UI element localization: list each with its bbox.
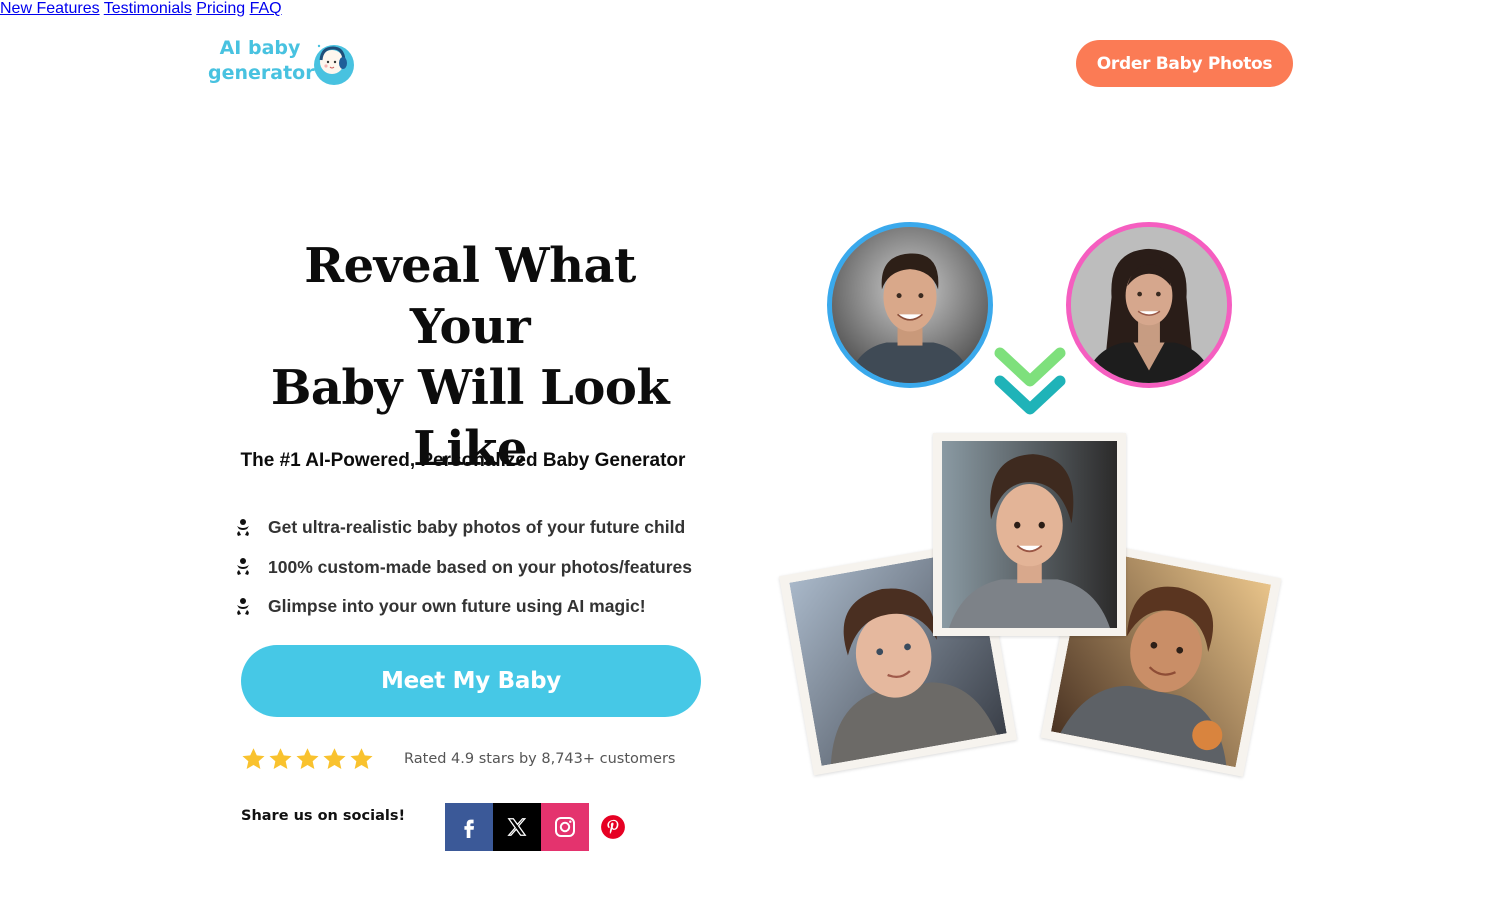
star-rating: [240, 746, 375, 773]
feature-item: 100% custom-made based on your photos/fe…: [234, 548, 692, 588]
logo-text: AI baby generator: [208, 36, 315, 86]
baby-icon: [237, 518, 249, 536]
baby-with-headphones-icon: [314, 44, 354, 85]
hero-title-line-2: Baby Will Look: [270, 360, 670, 416]
hero-title-line-1: Reveal What Your: [304, 238, 636, 355]
rating-text: Rated 4.9 stars by 8,743+ customers: [404, 751, 676, 767]
star-icon: [296, 748, 319, 769]
facebook-icon: [464, 819, 475, 838]
mother-portrait: [1071, 227, 1227, 383]
social-share-bar: [445, 803, 637, 851]
star-icon: [242, 748, 265, 769]
double-chevron-down-icon: [994, 347, 1066, 415]
star-icon: [350, 748, 373, 769]
star-icon: [323, 748, 346, 769]
hero-title: Reveal What Your Baby Will Look Like: [240, 236, 700, 480]
x-icon: [507, 818, 527, 836]
nav-faq[interactable]: FAQ: [250, 0, 282, 17]
mother-photo: [1066, 222, 1232, 388]
instagram-share-button[interactable]: [541, 803, 589, 851]
pinterest-icon: [601, 815, 625, 839]
logo-line-1: AI baby: [219, 37, 301, 59]
nav-new-features[interactable]: New Features: [0, 0, 100, 17]
father-portrait: [832, 227, 988, 383]
feature-text: Get ultra-realistic baby photos of your …: [268, 517, 686, 538]
child-photo-center: [933, 433, 1126, 636]
father-photo: [827, 222, 993, 388]
baby-icon: [237, 558, 249, 576]
main-nav: New Features Testimonials Pricing FAQ: [0, 0, 1500, 18]
pinterest-share-button[interactable]: [589, 803, 637, 851]
share-label: Share us on socials!: [241, 808, 406, 824]
x-share-button[interactable]: [493, 803, 541, 851]
instagram-icon: [555, 817, 575, 837]
feature-item: Get ultra-realistic baby photos of your …: [234, 508, 692, 548]
nav-pricing[interactable]: Pricing: [196, 0, 245, 17]
child-portrait: [942, 441, 1117, 628]
meet-my-baby-button[interactable]: Meet My Baby: [241, 645, 701, 717]
facebook-share-button[interactable]: [445, 803, 493, 851]
star-icon: [269, 748, 292, 769]
logo[interactable]: AI baby generator: [208, 36, 358, 88]
order-baby-photos-button[interactable]: Order Baby Photos: [1076, 40, 1293, 87]
feature-list: Get ultra-realistic baby photos of your …: [234, 508, 692, 627]
feature-text: 100% custom-made based on your photos/fe…: [268, 556, 692, 577]
hero-subtitle: The #1 AI-Powered, Personalized Baby Gen…: [240, 450, 686, 471]
feature-text: Glimpse into your own future using AI ma…: [268, 596, 646, 617]
nav-testimonials[interactable]: Testimonials: [104, 0, 192, 17]
baby-icon: [237, 597, 249, 615]
logo-line-2: generator: [208, 62, 315, 84]
feature-item: Glimpse into your own future using AI ma…: [234, 587, 692, 627]
